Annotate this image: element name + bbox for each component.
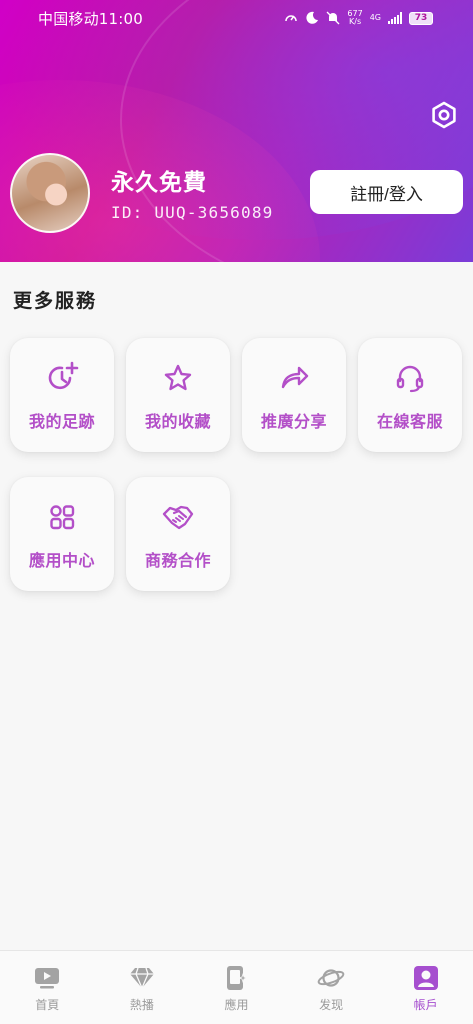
play-screen-icon xyxy=(33,965,61,991)
service-card-favorites[interactable]: 我的收藏 xyxy=(126,338,230,452)
nav-label: 應用 xyxy=(224,998,249,1012)
user-id: ID: UUQ-3656089 xyxy=(111,203,274,222)
nav-label: 帳戶 xyxy=(413,998,438,1012)
share-arrow-icon xyxy=(276,360,312,396)
speedometer-icon xyxy=(284,11,298,25)
headset-icon xyxy=(392,360,428,396)
net-speed-unit: K/s xyxy=(349,17,362,26)
battery-icon: 73 xyxy=(409,11,433,25)
apps-grid-icon xyxy=(44,499,80,535)
service-label: 推廣分享 xyxy=(260,412,327,431)
service-card-business[interactable]: 商務合作 xyxy=(126,477,230,591)
service-label: 商務合作 xyxy=(144,551,211,570)
signal-icon xyxy=(388,12,402,24)
diamond-icon xyxy=(128,965,156,991)
settings-button[interactable] xyxy=(429,100,459,130)
nav-item-hot[interactable]: 熱播 xyxy=(112,965,172,1013)
nav-item-home[interactable]: 首頁 xyxy=(17,965,77,1013)
login-register-button[interactable]: 註冊/登入 xyxy=(310,170,463,214)
nav-label: 熱播 xyxy=(129,998,154,1012)
nav-label: 首頁 xyxy=(35,998,60,1012)
header-decoration xyxy=(120,0,473,262)
nav-label: 发现 xyxy=(319,998,344,1012)
user-account-icon xyxy=(412,965,440,991)
phone-app-icon xyxy=(222,965,250,991)
service-label: 我的足跡 xyxy=(28,412,95,431)
nav-item-discover[interactable]: 发现 xyxy=(301,965,361,1013)
service-card-app-center[interactable]: 應用中心 xyxy=(10,477,114,591)
profile-header: 中国移动11:00 677 K/s 4G 73 永久免費 ID: UUQ-365… xyxy=(0,0,473,262)
mute-bell-icon xyxy=(326,11,340,25)
gear-icon xyxy=(432,101,456,129)
carrier-time: 中国移动11:00 xyxy=(38,9,144,28)
network-type: 4G xyxy=(369,13,381,22)
history-clock-icon xyxy=(44,360,80,396)
net-speed: 677 K/s xyxy=(347,10,362,26)
planet-icon xyxy=(317,965,345,991)
user-name: 永久免費 xyxy=(111,170,207,196)
service-label: 應用中心 xyxy=(28,551,95,570)
handshake-icon xyxy=(160,499,196,535)
service-card-share[interactable]: 推廣分享 xyxy=(242,338,346,452)
service-label: 在線客服 xyxy=(376,412,443,431)
bottom-nav: 首頁 熱播 應用 发现 帳戶 xyxy=(0,950,473,1024)
service-card-history[interactable]: 我的足跡 xyxy=(10,338,114,452)
nav-item-account[interactable]: 帳戶 xyxy=(396,965,456,1013)
status-bar: 中国移动11:00 677 K/s 4G 73 xyxy=(0,0,473,36)
avatar[interactable] xyxy=(10,153,90,233)
status-icons: 677 K/s 4G 73 xyxy=(284,10,433,26)
nav-item-apps[interactable]: 應用 xyxy=(206,965,266,1013)
service-label: 我的收藏 xyxy=(144,412,211,431)
star-icon xyxy=(160,360,196,396)
moon-icon xyxy=(305,11,319,25)
section-title-more-services: 更多服務 xyxy=(13,290,98,312)
service-card-customer-service[interactable]: 在線客服 xyxy=(358,338,462,452)
